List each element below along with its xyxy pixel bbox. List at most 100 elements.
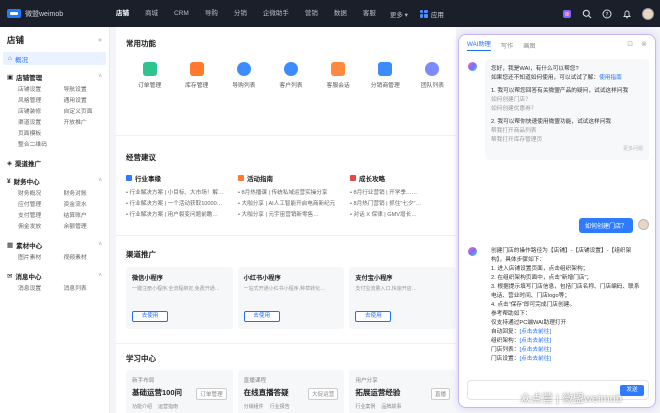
use-button[interactable]: 去使用 <box>132 311 168 322</box>
sidebar-section-header[interactable]: ✉ 消息中心 ˄ <box>0 270 109 282</box>
sidebar-item[interactable]: 消息列表 <box>64 284 110 295</box>
nav-item-wecom[interactable]: 企微助手 <box>255 0 297 27</box>
func-customer-list[interactable]: 客户列表 <box>267 62 314 89</box>
nav-item-distribution[interactable]: 分销 <box>226 0 255 27</box>
sidebar-item[interactable]: 导航设置 <box>64 85 110 96</box>
learning-card[interactable]: 用户分享 拓展运营经验 行业案例 品牌故事 直播 <box>349 370 457 413</box>
nav-item-guide[interactable]: 导购 <box>197 0 226 27</box>
chevron-down-icon: ▾ <box>404 11 408 19</box>
tab-writing[interactable]: 写作 <box>501 41 513 50</box>
nav-item-service[interactable]: 客服 <box>355 0 384 27</box>
sidebar-section-header[interactable]: ▣ 店铺管理 ˄ <box>0 71 109 83</box>
sidebar-item[interactable]: 店铺设置 <box>18 85 64 96</box>
sidebar-item[interactable] <box>64 129 110 140</box>
sidebar-item[interactable]: 自定义页面 <box>64 107 110 118</box>
chevron-up-icon: ˄ <box>98 273 102 279</box>
advice-link[interactable]: • 行业解决方案 | 一个活动获取10000… <box>126 199 232 210</box>
collapse-sidebar-icon[interactable]: « <box>98 37 102 44</box>
nav-item-mall[interactable]: 商城 <box>137 0 166 27</box>
func-label: 团队列表 <box>420 83 445 89</box>
sidebar-item[interactable]: 资金流水 <box>64 200 110 211</box>
sidebar-item[interactable]: 视频素材 <box>64 253 110 264</box>
section-title: 财务中心 <box>13 179 40 186</box>
help-link[interactable]: [点击去前往] <box>519 347 551 353</box>
advice-link[interactable]: • 行业解决方案 | 用户裂变问题前瞻… <box>126 210 232 221</box>
message-icon: ✉ <box>7 273 13 280</box>
user-avatar[interactable] <box>642 7 654 20</box>
suggested-question[interactable]: 如何创建门店？ <box>491 96 643 105</box>
close-icon[interactable]: ⊗ <box>641 40 647 48</box>
guide-link[interactable]: 使用指南 <box>599 75 622 81</box>
sidebar-item[interactable]: 财务对账 <box>64 189 110 200</box>
apps-grid-icon <box>419 9 428 18</box>
distributor-icon <box>378 62 393 76</box>
help-link[interactable]: [点击去前往] <box>519 338 551 344</box>
suggested-question[interactable]: 帮我打开库存管理页 <box>491 136 643 145</box>
sidebar-section-header[interactable]: ▦ 素材中心 ˄ <box>0 239 109 251</box>
history-icon[interactable]: ⊡ <box>627 40 633 48</box>
advice-link[interactable]: • 对话 X 保律 | GMV增长… <box>350 210 456 221</box>
advice-link[interactable]: • 8月热门营销 | 抓住"七夕"… <box>350 199 456 210</box>
func-order-management[interactable]: 订单管理 <box>126 62 173 89</box>
bell-icon[interactable] <box>622 9 632 19</box>
func-guide-list[interactable]: 导购列表 <box>220 62 267 89</box>
sidebar-item[interactable]: 财务概况 <box>18 189 64 200</box>
nav-item-crm[interactable]: CRM <box>166 0 197 27</box>
channel-card-title: 小红书小程序 <box>243 275 281 282</box>
sidebar-item[interactable]: 整合二维码 <box>18 140 64 151</box>
sidebar-item[interactable]: 页面模板 <box>18 129 64 140</box>
sidebar-item[interactable]: 图片素材 <box>18 253 64 264</box>
tab-drawing[interactable]: 画图 <box>523 41 535 50</box>
search-icon[interactable] <box>582 9 592 19</box>
advice-link[interactable]: • 大咖分享 | AI人工智能开启电商新纪元 <box>238 199 344 210</box>
use-button[interactable]: 去使用 <box>243 311 280 322</box>
help-icon[interactable]: ? <box>602 9 612 19</box>
learning-card[interactable]: 直播课程 在线直播答疑 分销组件 行业报告 大促运营 <box>237 370 345 413</box>
advice-link[interactable]: • 大咖分享 | 元宇宙营销新零售… <box>238 210 344 221</box>
nav-item-store[interactable]: 店铺 <box>108 0 137 27</box>
sidebar-item[interactable]: 店铺装修 <box>18 107 64 118</box>
advice-link[interactable]: • 行业解决方案 | 小目标、大市场！解… <box>126 188 232 199</box>
bot-text: 2. 我可以帮你快速使用微盟功能，试试这样问我 <box>491 119 612 125</box>
sidebar-section-header[interactable]: ◈ 渠道推广 <box>0 157 109 169</box>
learning-center-title: 学习中心 <box>126 354 156 363</box>
sidebar-item[interactable]: 应付管理 <box>18 200 64 211</box>
sidebar-item[interactable]: 余额管理 <box>64 222 110 233</box>
sidebar-item-overview[interactable]: ⌂ 概况 <box>3 52 106 65</box>
sidebar-item[interactable]: 结算账户 <box>64 211 110 222</box>
func-inventory-management[interactable]: 库存管理 <box>173 62 220 89</box>
sidebar-item[interactable]: 风格管理 <box>18 96 64 107</box>
more-questions-link[interactable]: 更多问题 <box>491 145 643 154</box>
help-link[interactable]: [点击去前往] <box>519 329 551 335</box>
advice-link[interactable]: • 8月行业营销 | 开学季…… <box>350 188 456 199</box>
logo[interactable]: 微盟weimob <box>0 9 108 19</box>
sidebar-item[interactable]: 渠道设置 <box>18 118 64 129</box>
bot-step: 2. 在组织架构页面中，点击“新增门店”； <box>491 275 593 281</box>
suggested-question[interactable]: 帮我打开商品列表 <box>491 127 643 136</box>
use-button[interactable]: 去使用 <box>355 311 392 322</box>
channel-icon: ◈ <box>7 160 12 167</box>
func-service-chat[interactable]: 客服会话 <box>315 62 362 89</box>
apps-button[interactable]: 应用 <box>419 9 444 19</box>
sidebar-item[interactable]: 消息设置 <box>18 284 64 295</box>
advice-link[interactable]: • 8月热播课 | 传统私域运营实操分享 <box>238 188 344 199</box>
nav-item-marketing[interactable]: 营销 <box>297 0 326 27</box>
sidebar-item[interactable]: 佣金发放 <box>18 222 64 233</box>
sidebar-item[interactable]: 支付管理 <box>18 211 64 222</box>
sidebar-item[interactable]: 开放推广 <box>64 118 110 129</box>
func-distributor-management[interactable]: 分销商管理 <box>362 62 409 89</box>
learning-card[interactable]: 新手布局 基础运营100问 功能介绍 运营指南 订单管理 <box>126 370 233 413</box>
nav-more-dropdown[interactable]: 更多 ▾ <box>384 9 414 19</box>
customer-icon <box>283 62 298 76</box>
help-label: 门店列表： <box>491 347 520 353</box>
suggested-question[interactable]: 如何创建优惠券？ <box>491 105 643 114</box>
nav-item-data[interactable]: 数据 <box>326 0 355 27</box>
tab-wai-assistant[interactable]: WAI助理 <box>467 39 491 51</box>
learning-card-sub: 用户分享 <box>355 378 378 384</box>
sidebar-item[interactable]: 通用设置 <box>64 96 110 107</box>
func-team-list[interactable]: 团队列表 <box>409 62 456 89</box>
send-button[interactable]: 发送 <box>620 385 644 396</box>
wai-assistant-icon[interactable] <box>562 9 572 19</box>
help-link[interactable]: [点击去前往] <box>519 356 551 362</box>
sidebar-section-header[interactable]: ¥ 财务中心 ˄ <box>0 175 109 187</box>
